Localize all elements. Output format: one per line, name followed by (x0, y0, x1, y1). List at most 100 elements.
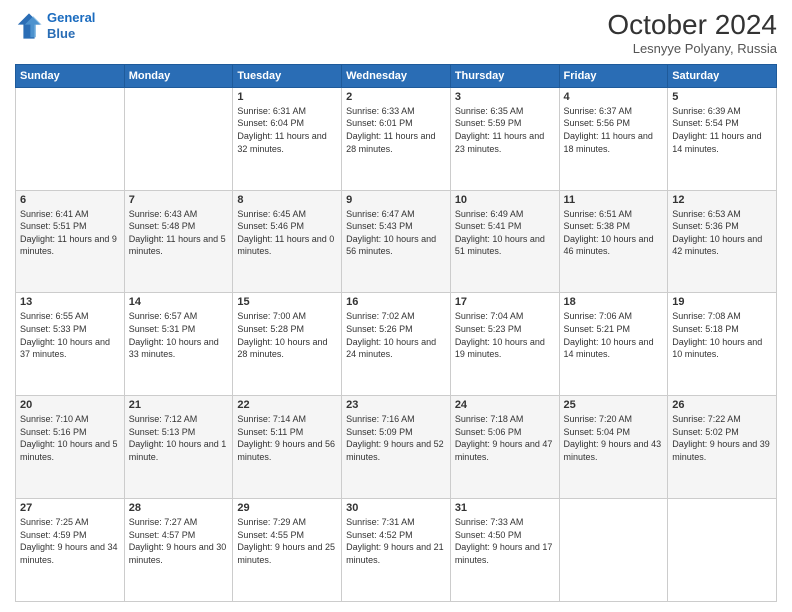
cell-info: Sunrise: 6:45 AM (237, 208, 337, 221)
day-number: 30 (346, 502, 446, 514)
cell-info: Sunrise: 7:10 AM (20, 413, 120, 426)
calendar-cell: 15 Sunrise: 7:00 AMSunset: 5:28 PMDayligh… (233, 293, 342, 396)
day-number: 8 (237, 194, 337, 206)
cell-info: Sunrise: 6:49 AM (455, 208, 555, 221)
logo-line1: General (47, 10, 95, 25)
calendar-cell: 31Sunrise: 7:33 AMSunset: 4:50 PMDayligh… (450, 499, 559, 602)
cell-info: Daylight: 11 hours and 9 minutes. (20, 233, 120, 258)
cell-info: Sunset: 5:13 PM (129, 426, 229, 439)
calendar-cell: 23Sunrise: 7:16 AMSunset: 5:09 PMDayligh… (342, 396, 451, 499)
cell-info: Sunset: 5:06 PM (455, 426, 555, 439)
day-number: 13 (20, 296, 120, 308)
cell-info: Sunrise: 7:06 AM (564, 310, 664, 323)
cell-info: Daylight: 10 hours and 42 minutes. (672, 233, 772, 258)
cell-info: Sunset: 5:21 PM (564, 323, 664, 336)
day-number: 21 (129, 399, 229, 411)
cell-info: Sunrise: 7:31 AM (346, 516, 446, 529)
calendar-cell: 16Sunrise: 7:02 AMSunset: 5:26 PMDayligh… (342, 293, 451, 396)
calendar-cell: 5Sunrise: 6:39 AMSunset: 5:54 PMDaylight… (668, 87, 777, 190)
weekday-header-sunday: Sunday (16, 64, 125, 87)
week-row-4: 27Sunrise: 7:25 AMSunset: 4:59 PMDayligh… (16, 499, 777, 602)
calendar-cell (668, 499, 777, 602)
cell-info: Daylight: 9 hours and 47 minutes. (455, 438, 555, 463)
page: General Blue October 2024 Lesnyye Polyan… (0, 0, 792, 612)
logo-line2: Blue (47, 26, 75, 41)
week-row-1: 6Sunrise: 6:41 AMSunset: 5:51 PMDaylight… (16, 190, 777, 293)
cell-info: Sunset: 4:59 PM (20, 529, 120, 542)
weekday-header-row: SundayMondayTuesdayWednesdayThursdayFrid… (16, 64, 777, 87)
logo-text: General Blue (47, 10, 95, 41)
day-number: 1 (237, 91, 337, 103)
cell-info: Daylight: 10 hours and 46 minutes. (564, 233, 664, 258)
day-number: 26 (672, 399, 772, 411)
calendar-cell (124, 87, 233, 190)
weekday-header-tuesday: Tuesday (233, 64, 342, 87)
day-number: 2 (346, 91, 446, 103)
cell-info: Sunrise: 6:35 AM (455, 105, 555, 118)
cell-info: Sunset: 6:01 PM (346, 117, 446, 130)
cell-info: Sunset: 5:46 PM (237, 220, 337, 233)
calendar-cell: 8 Sunrise: 6:45 AMSunset: 5:46 PMDaylight… (233, 190, 342, 293)
calendar-cell: 7Sunrise: 6:43 AMSunset: 5:48 PMDaylight… (124, 190, 233, 293)
calendar-cell: 25Sunrise: 7:20 AMSunset: 5:04 PMDayligh… (559, 396, 668, 499)
calendar-cell: 28Sunrise: 7:27 AMSunset: 4:57 PMDayligh… (124, 499, 233, 602)
cell-info: Sunrise: 7:33 AM (455, 516, 555, 529)
cell-info: Sunrise: 6:57 AM (129, 310, 229, 323)
cell-info: Daylight: 10 hours and 19 minutes. (455, 336, 555, 361)
cell-info: Daylight: 10 hours and 28 minutes. (237, 336, 337, 361)
day-number: 28 (129, 502, 229, 514)
cell-info: Sunrise: 6:53 AM (672, 208, 772, 221)
cell-info: Sunrise: 6:47 AM (346, 208, 446, 221)
cell-info: Sunrise: 6:43 AM (129, 208, 229, 221)
day-number: 15 (237, 296, 337, 308)
cell-info: Sunrise: 7:12 AM (129, 413, 229, 426)
weekday-header-monday: Monday (124, 64, 233, 87)
cell-info: Daylight: 9 hours and 39 minutes. (672, 438, 772, 463)
week-row-0: 1 Sunrise: 6:31 AMSunset: 6:04 PM Daylight… (16, 87, 777, 190)
cell-info: Sunset: 5:38 PM (564, 220, 664, 233)
day-number: 7 (129, 194, 229, 206)
cell-info: Sunrise: 6:37 AM (564, 105, 664, 118)
calendar-cell: 27Sunrise: 7:25 AMSunset: 4:59 PMDayligh… (16, 499, 125, 602)
day-number: 17 (455, 296, 555, 308)
cell-info: Daylight: 9 hours and 34 minutes. (20, 541, 120, 566)
calendar-cell: 26Sunrise: 7:22 AMSunset: 5:02 PMDayligh… (668, 396, 777, 499)
cell-info: Daylight: 10 hours and 10 minutes. (672, 336, 772, 361)
week-row-3: 20Sunrise: 7:10 AMSunset: 5:16 PMDayligh… (16, 396, 777, 499)
calendar-cell: 12Sunrise: 6:53 AMSunset: 5:36 PMDayligh… (668, 190, 777, 293)
cell-info: Sunset: 6:04 PM (237, 117, 337, 130)
calendar-cell: 14Sunrise: 6:57 AMSunset: 5:31 PMDayligh… (124, 293, 233, 396)
day-number: 4 (564, 91, 664, 103)
day-number: 19 (672, 296, 772, 308)
calendar-cell: 11 Sunrise: 6:51 AMSunset: 5:38 PMDayligh… (559, 190, 668, 293)
title-block: October 2024 Lesnyye Polyany, Russia (607, 10, 777, 56)
cell-info: Sunrise: 6:31 AM (237, 105, 337, 118)
weekday-header-saturday: Saturday (668, 64, 777, 87)
cell-info: Daylight: 11 hours and 0 minutes. (237, 233, 337, 258)
cell-info: Sunrise: 6:51 AM (564, 208, 664, 221)
cell-info: Sunrise: 7:27 AM (129, 516, 229, 529)
logo-icon (15, 12, 43, 40)
calendar-cell: 18Sunrise: 7:06 AMSunset: 5:21 PMDayligh… (559, 293, 668, 396)
day-number: 25 (564, 399, 664, 411)
cell-info: Sunset: 5:43 PM (346, 220, 446, 233)
day-number: 27 (20, 502, 120, 514)
day-number: 6 (20, 194, 120, 206)
cell-info: Sunset: 5:26 PM (346, 323, 446, 336)
cell-info: Daylight: 9 hours and 43 minutes. (564, 438, 664, 463)
day-number: 16 (346, 296, 446, 308)
calendar-cell: 17Sunrise: 7:04 AMSunset: 5:23 PMDayligh… (450, 293, 559, 396)
calendar-cell: 24Sunrise: 7:18 AMSunset: 5:06 PMDayligh… (450, 396, 559, 499)
cell-info: Daylight: 11 hours and 23 minutes. (455, 130, 555, 155)
cell-info: Daylight: 10 hours and 56 minutes. (346, 233, 446, 258)
calendar-cell: 6Sunrise: 6:41 AMSunset: 5:51 PMDaylight… (16, 190, 125, 293)
cell-info: Sunrise: 7:29 AM (237, 516, 337, 529)
cell-info: Sunrise: 7:00 AM (237, 310, 337, 323)
cell-info: Sunset: 5:28 PM (237, 323, 337, 336)
cell-info: Daylight: 9 hours and 25 minutes. (237, 541, 337, 566)
cell-info: Sunset: 5:02 PM (672, 426, 772, 439)
cell-info: Sunrise: 7:08 AM (672, 310, 772, 323)
cell-info: Sunset: 5:16 PM (20, 426, 120, 439)
cell-info: Sunset: 5:09 PM (346, 426, 446, 439)
day-number: 11 (564, 194, 664, 206)
